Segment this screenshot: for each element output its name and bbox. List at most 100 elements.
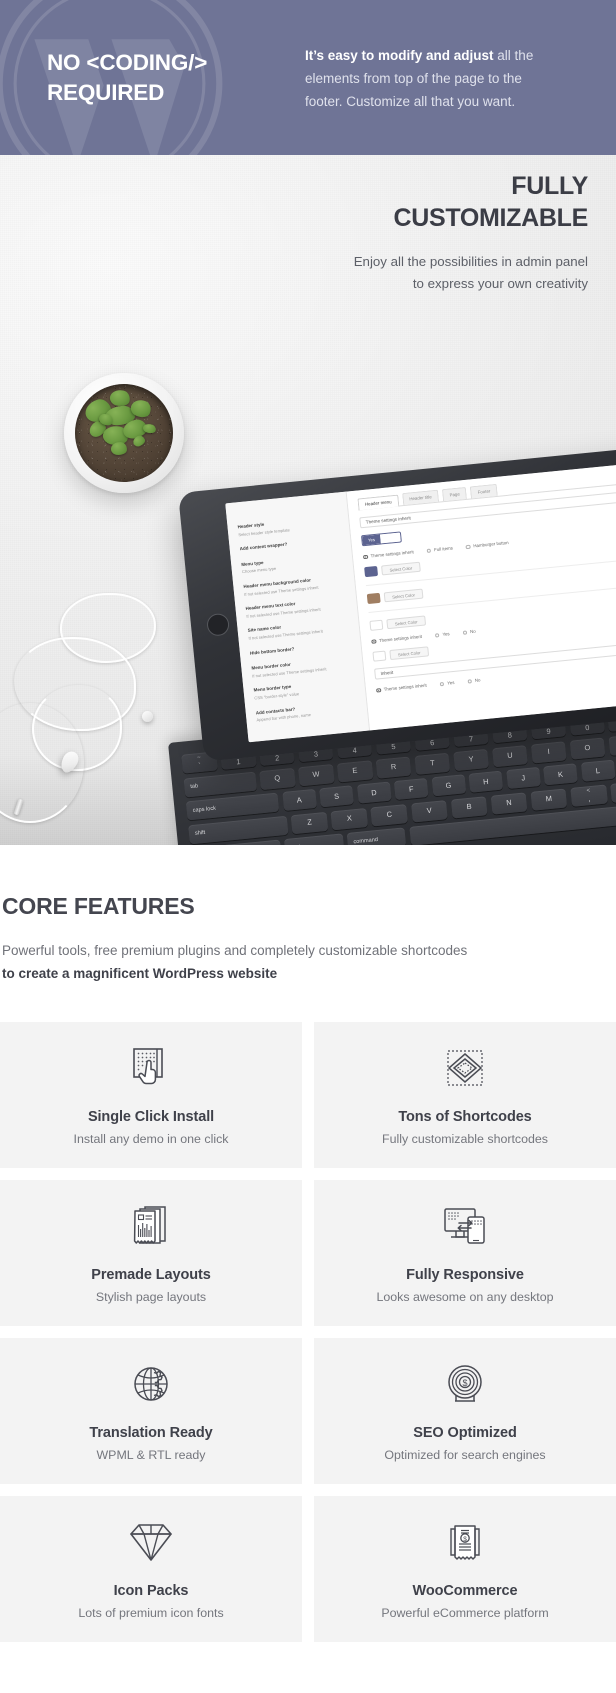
select-color-button[interactable]: Select Color	[381, 562, 421, 576]
key-l[interactable]: L	[580, 759, 616, 782]
feature-desc: Optimized for search engines	[384, 1448, 546, 1463]
radio-yes[interactable]: Yes	[439, 680, 455, 687]
radio-theme-inherit[interactable]: Theme settings inherit	[362, 550, 414, 560]
admin-main-panel: Header menu Header title Page Footer The…	[346, 454, 616, 731]
key-command-left[interactable]: command	[346, 827, 407, 845]
key-x[interactable]: X	[330, 807, 369, 831]
sidebar-item-menu-text-color[interactable]: Header menu text color If not selected u…	[245, 596, 348, 620]
tab-page[interactable]: Page	[441, 486, 468, 502]
feature-card-seo-optimized[interactable]: $ SEO Optimized Optimized for search eng…	[314, 1337, 616, 1484]
key-h[interactable]: H	[468, 770, 504, 793]
radio-theme-inherit[interactable]: Theme settings inherit	[375, 683, 428, 693]
feature-card-premade-layouts[interactable]: Premade Layouts Stylish page layouts	[0, 1179, 302, 1326]
key-o[interactable]: O	[569, 737, 606, 760]
key-option-left[interactable]: option	[284, 833, 345, 845]
feature-title: Translation Ready	[89, 1425, 213, 1442]
key-d[interactable]: D	[356, 781, 392, 804]
showcase-title: FULLY CUSTOMIZABLE	[258, 170, 588, 234]
color-swatch[interactable]	[369, 620, 384, 632]
key-k[interactable]: K	[543, 763, 578, 786]
color-swatch[interactable]	[366, 593, 381, 605]
feature-title: Premade Layouts	[91, 1267, 211, 1284]
tab-header-menu[interactable]: Header menu	[357, 494, 400, 511]
diamond-icon	[127, 1517, 175, 1567]
select-color-button[interactable]: Select Color	[383, 589, 424, 603]
feature-title: WooCommerce	[412, 1583, 518, 1600]
key-u[interactable]: U	[491, 744, 529, 767]
key-j[interactable]: J	[505, 767, 541, 790]
key-n[interactable]: N	[490, 792, 528, 815]
sidebar-item-header-style[interactable]: Header style Select header style templat…	[237, 514, 340, 538]
key-y[interactable]: Y	[453, 748, 490, 771]
key-p[interactable]: P	[608, 733, 616, 756]
key-v[interactable]: V	[410, 799, 448, 823]
radio-no[interactable]: No	[467, 678, 481, 684]
sidebar-item-menu-border-type[interactable]: Menu border type CSS "border-style" valu…	[253, 678, 356, 702]
radio-hamburger-button[interactable]: Hamburger button	[465, 540, 509, 550]
color-swatch[interactable]	[372, 650, 387, 663]
feature-card-woocommerce[interactable]: $ WooCommerce Powerful eCommerce platfor…	[314, 1495, 616, 1642]
banner-title: NO <CODING/> REQUIRED	[47, 48, 297, 107]
radio-dot-icon	[375, 687, 382, 693]
feature-card-fully-responsive[interactable]: Fully Responsive Looks awesome on any de…	[314, 1179, 616, 1326]
sidebar-item-menu-type[interactable]: Menu type Choose menu type	[241, 552, 344, 576]
content-wrapper-toggle[interactable]: Yes	[361, 531, 402, 547]
key-tab[interactable]: tab	[183, 771, 257, 798]
radio-theme-inherit[interactable]: Theme settings inherit	[371, 634, 422, 645]
key-caps-lock[interactable]: caps lock	[185, 792, 280, 821]
key-t[interactable]: T	[414, 752, 451, 775]
feature-card-single-click-install[interactable]: Single Click Install Install any demo in…	[0, 1021, 302, 1168]
key-q[interactable]: Q	[259, 767, 296, 790]
globe-gear-icon	[129, 1359, 173, 1409]
feature-card-translation-ready[interactable]: Translation Ready WPML & RTL ready	[0, 1337, 302, 1484]
sidebar-item-contacts-bar[interactable]: Add contacts bar? Append bar with phone,…	[256, 700, 359, 724]
feature-card-tons-of-shortcodes[interactable]: Tons of Shortcodes Fully customizable sh…	[314, 1021, 616, 1168]
color-swatch[interactable]	[364, 566, 379, 578]
select-color-button[interactable]: Select Color	[389, 646, 429, 661]
feature-card-icon-packs[interactable]: Icon Packs Lots of premium icon fonts	[0, 1495, 302, 1642]
tab-footer[interactable]: Footer	[470, 483, 498, 499]
sidebar-label: Hide bottom border?	[249, 646, 295, 656]
sidebar-item-site-name-color[interactable]: Site name color If not selected use Them…	[248, 618, 351, 642]
key-period[interactable]: >.	[610, 780, 616, 803]
key-m[interactable]: M	[530, 788, 568, 811]
radio-label: No	[474, 677, 481, 684]
radio-dot-icon	[434, 632, 440, 638]
key-z[interactable]: Z	[290, 811, 329, 835]
radio-dot-icon	[439, 681, 445, 687]
toggle-knob	[380, 532, 401, 544]
svg-text:$: $	[463, 1536, 467, 1543]
key-w[interactable]: W	[297, 763, 335, 786]
tab-header-title[interactable]: Header title	[401, 489, 440, 506]
svg-text:$: $	[462, 1378, 467, 1388]
radio-label: Theme settings inherit	[383, 683, 428, 693]
key-f[interactable]: F	[393, 778, 429, 801]
click-install-icon	[130, 1043, 172, 1093]
pot-soil	[75, 384, 173, 482]
no-coding-banner: NO <CODING/> REQUIRED It’s easy to modif…	[0, 0, 616, 155]
sidebar-item-menu-border-color[interactable]: Menu border color If not selected use Th…	[251, 656, 354, 680]
key-a[interactable]: A	[281, 789, 317, 812]
home-button-icon[interactable]	[206, 612, 231, 637]
sidebar-item-menu-bg-color[interactable]: Header menu background color If not sele…	[243, 574, 346, 598]
key-r[interactable]: R	[375, 756, 412, 779]
radio-yes[interactable]: Yes	[434, 632, 450, 638]
radio-dot-icon	[371, 638, 377, 645]
key-control[interactable]: control	[222, 839, 282, 845]
key-e[interactable]: E	[336, 759, 373, 783]
sidebar-item-content-wrapper[interactable]: Add content wrapper?	[240, 537, 342, 554]
feature-title: SEO Optimized	[413, 1425, 517, 1442]
radio-no[interactable]: No	[462, 629, 476, 636]
radio-dot-icon	[426, 548, 432, 554]
key-g[interactable]: G	[431, 774, 466, 797]
select-color-button[interactable]: Select Color	[386, 615, 426, 630]
radio-full-items[interactable]: Full items	[426, 546, 453, 554]
key-c[interactable]: C	[370, 803, 409, 827]
key-s[interactable]: S	[319, 785, 354, 808]
showcase-title-line1: FULLY	[511, 172, 588, 200]
key-i[interactable]: I	[530, 740, 567, 764]
key-b[interactable]: B	[450, 796, 488, 819]
key-comma[interactable]: <,	[570, 784, 608, 807]
sidebar-item-hide-bottom-border[interactable]: Hide bottom border?	[250, 641, 352, 658]
seo-target-coin-icon: $	[445, 1359, 485, 1409]
